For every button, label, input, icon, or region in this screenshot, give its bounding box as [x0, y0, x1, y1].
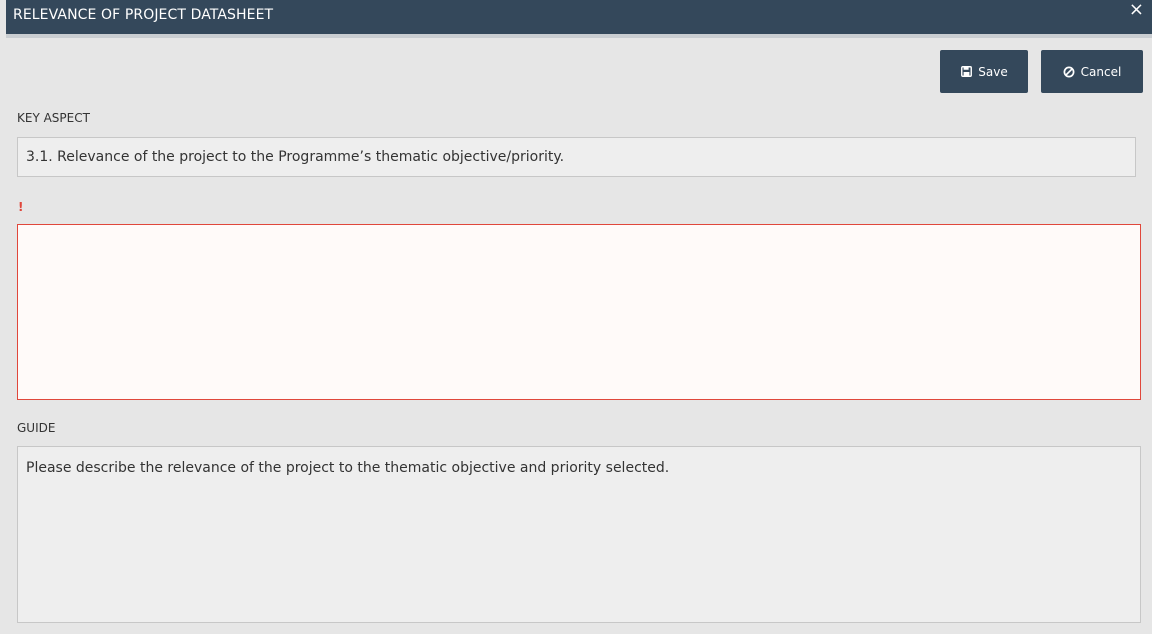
dialog: RELEVANCE OF PROJECT DATASHEET × Save Ca…: [6, 0, 1152, 634]
dialog-titlebar: RELEVANCE OF PROJECT DATASHEET ×: [6, 0, 1152, 38]
cancel-button-label: Cancel: [1080, 64, 1122, 79]
guide-label: GUIDE: [17, 421, 56, 435]
cancel-button[interactable]: Cancel: [1041, 50, 1143, 93]
answer-textarea[interactable]: [17, 224, 1141, 400]
save-button-label: Save: [978, 64, 1008, 79]
key-aspect-field: 3.1. Relevance of the project to the Pro…: [17, 137, 1136, 177]
guide-text-box: Please describe the relevance of the pro…: [17, 446, 1141, 623]
ban-circle-icon: [1063, 66, 1075, 78]
floppy-disk-icon: [960, 66, 972, 78]
close-icon[interactable]: ×: [1129, 1, 1144, 19]
required-marker: !: [18, 200, 24, 214]
save-button[interactable]: Save: [940, 50, 1028, 93]
dialog-title: RELEVANCE OF PROJECT DATASHEET: [13, 7, 274, 23]
key-aspect-label: KEY ASPECT: [17, 111, 90, 125]
